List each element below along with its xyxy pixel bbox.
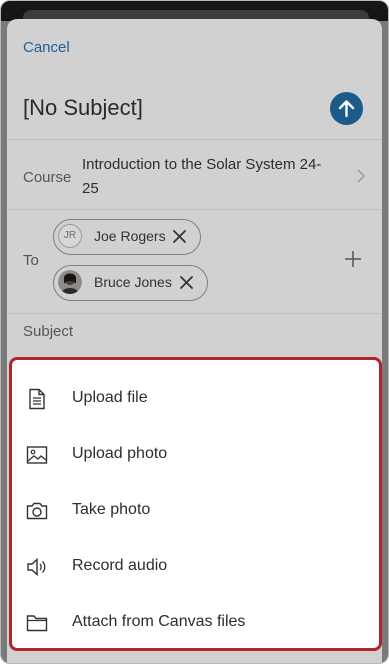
close-icon[interactable] bbox=[179, 275, 194, 290]
avatar bbox=[58, 270, 82, 294]
record-audio-item[interactable]: Record audio bbox=[12, 538, 379, 594]
profile-photo-icon bbox=[58, 270, 82, 294]
course-value[interactable]: Introduction to the Solar System 24-25 bbox=[82, 153, 322, 201]
chevron-right-icon[interactable] bbox=[357, 169, 365, 183]
to-label: To bbox=[23, 252, 39, 269]
recipient-chip[interactable]: Bruce Jones bbox=[53, 265, 208, 301]
document-icon bbox=[29, 388, 45, 410]
divider bbox=[7, 139, 382, 140]
menu-item-label: Attach from Canvas files bbox=[72, 613, 246, 630]
device-screen: Cancel [No Subject] Course Introduction … bbox=[0, 0, 389, 664]
speaker-icon bbox=[27, 557, 46, 577]
attachment-options-menu: Upload file Upload photo Take photo Reco… bbox=[9, 357, 382, 651]
recipient-chip[interactable]: JR Joe Rogers bbox=[53, 219, 201, 255]
divider bbox=[7, 313, 382, 314]
take-photo-item[interactable]: Take photo bbox=[12, 482, 379, 538]
send-button[interactable] bbox=[330, 92, 363, 125]
recipient-name: Joe Rogers bbox=[94, 228, 166, 244]
attach-canvas-files-item[interactable]: Attach from Canvas files bbox=[12, 594, 379, 650]
avatar: JR bbox=[58, 224, 82, 248]
upload-photo-item[interactable]: Upload photo bbox=[12, 426, 379, 482]
camera-icon bbox=[26, 502, 48, 520]
status-bar bbox=[1, 1, 388, 24]
arrow-up-icon bbox=[338, 100, 355, 118]
folder-icon bbox=[26, 615, 48, 632]
page-title: [No Subject] bbox=[23, 95, 143, 120]
cancel-button[interactable]: Cancel bbox=[23, 39, 70, 56]
menu-item-label: Upload photo bbox=[72, 445, 168, 462]
course-label: Course bbox=[23, 169, 72, 186]
menu-item-label: Upload file bbox=[72, 389, 148, 406]
plus-icon[interactable] bbox=[344, 250, 362, 268]
upload-file-item[interactable]: Upload file bbox=[12, 370, 379, 426]
close-icon[interactable] bbox=[172, 229, 187, 244]
recipient-name: Bruce Jones bbox=[94, 274, 172, 290]
menu-item-label: Record audio bbox=[72, 557, 168, 574]
image-icon bbox=[26, 446, 48, 464]
subject-field[interactable]: Subject bbox=[23, 323, 73, 340]
divider bbox=[7, 209, 382, 210]
menu-item-label: Take photo bbox=[72, 501, 151, 518]
